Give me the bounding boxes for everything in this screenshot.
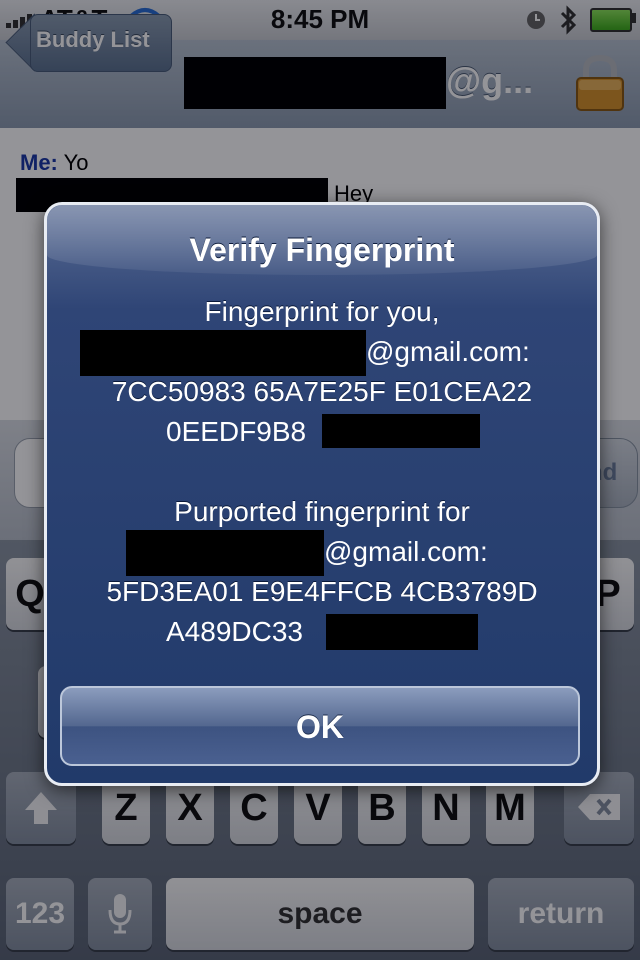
alert-my-fingerprint-part2: 0EEDF9B8 bbox=[166, 416, 307, 447]
alert-line-your-fingerprint-label: Fingerprint for you, bbox=[204, 296, 440, 327]
redacted-my-username bbox=[80, 330, 366, 376]
redacted-buddy-fingerprint-tail bbox=[326, 614, 478, 650]
redacted-buddy-username bbox=[126, 530, 324, 576]
alert-title: Verify Fingerprint bbox=[189, 232, 455, 268]
alert-my-email-domain: @gmail.com: bbox=[366, 336, 530, 367]
alert-buddy-fingerprint-part2: A489DC33 bbox=[166, 616, 303, 647]
alert-buddy-fingerprint-part1: 5FD3EA01 E9E4FFCB 4CB3789D bbox=[106, 576, 538, 607]
alert-buddy-email-domain: @gmail.com: bbox=[324, 536, 488, 567]
alert-my-fingerprint-part1: 7CC50983 65A7E25F E01CEA22 bbox=[111, 376, 533, 407]
alert-line-purported-label: Purported fingerprint for bbox=[174, 496, 470, 527]
ok-button[interactable]: OK bbox=[60, 686, 580, 766]
redacted-my-fingerprint-tail bbox=[322, 414, 480, 448]
